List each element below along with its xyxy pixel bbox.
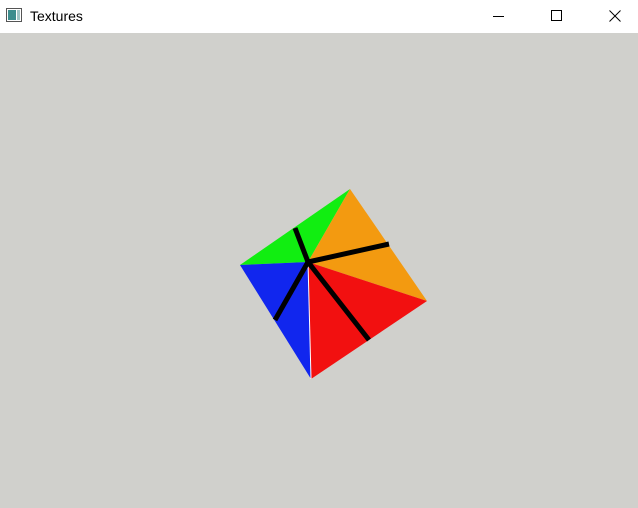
app-window: Textures — [0, 0, 638, 508]
window-title: Textures — [30, 8, 83, 24]
minimize-button[interactable] — [476, 0, 522, 32]
maximize-button[interactable] — [534, 0, 580, 32]
minimize-icon — [493, 16, 504, 17]
title-bar[interactable]: Textures — [0, 0, 638, 33]
pyramid-render — [240, 189, 427, 380]
render-viewport[interactable] — [0, 33, 638, 508]
maximize-icon — [551, 10, 562, 21]
close-button[interactable] — [592, 0, 638, 32]
close-icon — [609, 10, 621, 22]
app-icon — [6, 8, 22, 22]
